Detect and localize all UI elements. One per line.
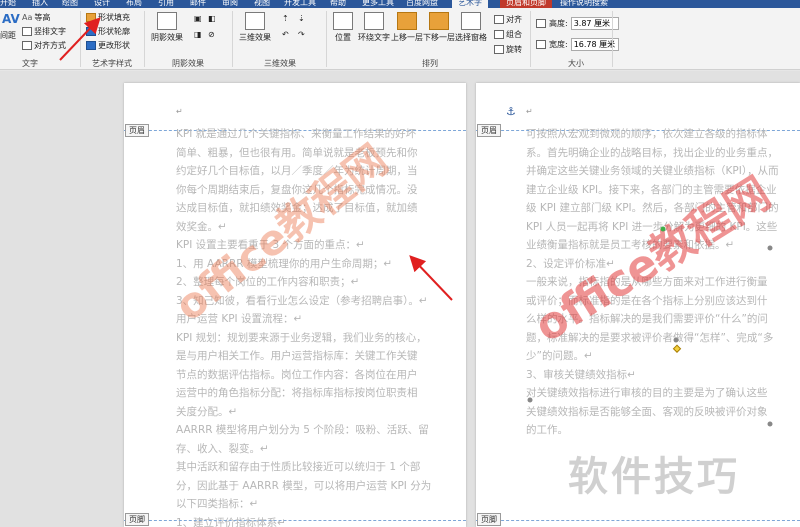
selection-handle — [767, 245, 773, 251]
selection-handle — [660, 226, 666, 232]
selection-handle — [767, 421, 773, 427]
adjust-handle — [672, 344, 682, 353]
selection-handle — [673, 337, 679, 343]
selection-handle — [527, 397, 533, 403]
annotation-overlay — [59, 17, 773, 427]
annotation-arrow-ribbon — [59, 17, 101, 61]
annotation-arrow-watermark — [409, 255, 453, 301]
